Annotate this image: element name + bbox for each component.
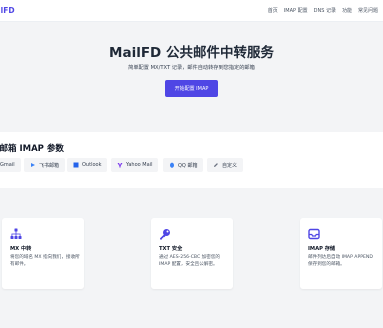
provider-qq-button[interactable]: QQ 邮箱 <box>163 158 204 172</box>
nav-link-features[interactable]: 功能 <box>342 7 352 14</box>
feature-description: 通过 AES-256-CBC 加密您的 IMAP 配置，安全且公解密。 <box>159 255 221 267</box>
feature-title: TXT 安全 <box>159 246 183 252</box>
provider-gmail-button[interactable]: Gmail <box>0 158 21 172</box>
feature-title: MX 中转 <box>10 246 32 252</box>
feature-card-mx: MX 中转 将您的域名 MX 指向我们，接收所有邮件。 <box>2 218 84 289</box>
nav-link-dns[interactable]: DNS 记录 <box>314 7 336 14</box>
start-config-button[interactable]: 开始配置 IMAP <box>165 80 218 97</box>
nav-link-faq[interactable]: 常见问题 <box>358 7 378 14</box>
feature-title: IMAP 存储 <box>308 246 336 252</box>
providers-title: 写邮箱 IMAP 参数 <box>0 144 64 154</box>
key-icon <box>159 225 171 240</box>
feature-description: 将您的域名 MX 指向我们，接收所有邮件。 <box>10 255 80 267</box>
hero-title: MailFD 公共邮件中转服务 <box>109 45 274 61</box>
feature-card-txt: TXT 安全 通过 AES-256-CBC 加密您的 IMAP 配置，安全且公解… <box>151 218 233 289</box>
feature-description: 邮件列达后自动 IMAP APPEND 保存到您的邮箱。 <box>308 255 373 267</box>
provider-custom-button[interactable]: 自定义 <box>207 158 244 172</box>
network-icon <box>10 225 22 239</box>
feature-card-imap: IMAP 存储 邮件列达后自动 IMAP APPEND 保存到您的邮箱。 <box>300 218 382 289</box>
nav-link-home[interactable]: 首页 <box>268 7 278 14</box>
features-section: MX 中转 将您的域名 MX 指向我们，接收所有邮件。 TXT 安全 通过 AE… <box>0 188 383 328</box>
nav-links: 首页 IMAP 配置 DNS 记录 功能 常见问题 <box>268 7 378 14</box>
provider-label: 自定义 <box>222 162 238 169</box>
brand-logo[interactable]: ailFD <box>0 6 15 15</box>
qq-icon <box>169 162 175 168</box>
provider-label: Yahoo Mail <box>126 162 153 168</box>
page: ailFD 首页 IMAP 配置 DNS 记录 功能 常见问题 MailFD 公… <box>0 0 383 328</box>
provider-label: 飞书邮箱 <box>39 162 60 169</box>
hero-section: MailFD 公共邮件中转服务 简单配置 MX/TXT 记录，邮件自动转存到您指… <box>0 22 383 132</box>
outlook-icon <box>73 162 79 168</box>
inbox-icon <box>308 225 320 240</box>
provider-outlook-button[interactable]: Outlook <box>67 158 108 172</box>
nav-link-imap[interactable]: IMAP 配置 <box>284 7 308 14</box>
pencil-icon <box>213 162 219 168</box>
providers-section: 写邮箱 IMAP 参数 Gmail 飞书邮箱 Outlook <box>0 132 383 188</box>
feishu-icon <box>30 162 36 168</box>
yahoo-icon <box>117 162 123 168</box>
provider-feishu-button[interactable]: 飞书邮箱 <box>24 158 66 172</box>
provider-label: Gmail <box>0 162 15 168</box>
hero-subtitle: 简单配置 MX/TXT 记录，邮件自动转存到您指定的邮箱 <box>128 65 255 71</box>
provider-yahoo-button[interactable]: Yahoo Mail <box>111 158 159 172</box>
navbar: ailFD 首页 IMAP 配置 DNS 记录 功能 常见问题 <box>0 0 383 22</box>
provider-label: Outlook <box>82 162 102 168</box>
provider-label: QQ 邮箱 <box>178 162 198 169</box>
